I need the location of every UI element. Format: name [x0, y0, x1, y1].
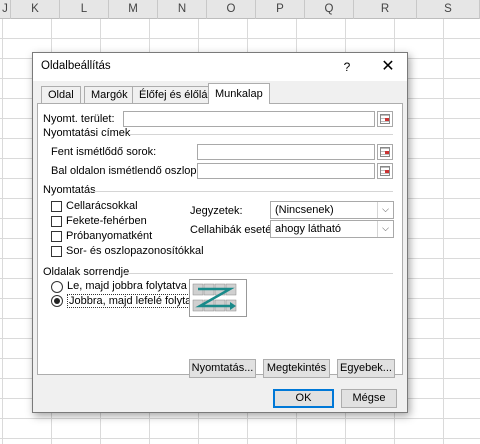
- draft-quality-label[interactable]: Próbanyomatként: [66, 230, 152, 242]
- gridlines-checkbox[interactable]: [51, 201, 62, 212]
- column-header[interactable]: M: [109, 0, 158, 19]
- column-header[interactable]: P: [256, 0, 305, 19]
- draft-quality-checkbox[interactable]: [51, 231, 62, 242]
- options-button[interactable]: Egyebek...: [337, 359, 395, 378]
- column-header[interactable]: K: [11, 0, 60, 19]
- preview-button[interactable]: Megtekintés: [263, 359, 330, 378]
- black-white-label[interactable]: Fekete-fehérben: [66, 215, 147, 227]
- row-col-headings-checkbox[interactable]: [51, 246, 62, 257]
- column-header[interactable]: O: [207, 0, 256, 19]
- down-then-over-label[interactable]: Le, majd jobbra folytatva: [67, 280, 187, 292]
- cols-repeat-picker-button[interactable]: [377, 163, 393, 179]
- print-titles-heading: Nyomtatási címek: [43, 127, 131, 139]
- column-headers: J K L M N O P Q R S: [0, 0, 480, 19]
- column-header[interactable]: S: [417, 0, 480, 19]
- cell-errors-label: Cellahibák esetén:: [190, 224, 281, 236]
- chevron-down-icon[interactable]: ⌵: [377, 221, 393, 237]
- help-button[interactable]: ?: [337, 57, 357, 77]
- comments-select-value: (Nincsenek): [275, 204, 334, 216]
- print-heading: Nyomtatás: [43, 184, 96, 196]
- rows-repeat-picker-button[interactable]: [377, 144, 393, 160]
- page-order-diagram: [192, 283, 237, 312]
- over-then-down-label[interactable]: Jobbra, majd lefelé folytatva: [67, 294, 208, 308]
- print-area-label: Nyomt. terület:: [43, 113, 115, 125]
- page-setup-dialog: Oldalbeállítás ? ✕ Oldal Margók Élőfej é…: [32, 52, 408, 413]
- range-select-icon: [380, 147, 390, 157]
- print-area-input[interactable]: [123, 111, 375, 127]
- ok-button[interactable]: OK: [273, 389, 334, 408]
- column-header[interactable]: R: [354, 0, 417, 19]
- black-white-checkbox[interactable]: [51, 216, 62, 227]
- print-area-picker-button[interactable]: [377, 111, 393, 127]
- close-button[interactable]: ✕: [377, 57, 399, 77]
- dialog-title: Oldalbeállítás: [41, 60, 111, 72]
- tab-munkalap[interactable]: Munkalap: [208, 83, 270, 104]
- range-select-icon: [380, 114, 390, 124]
- rows-repeat-input[interactable]: [197, 144, 375, 160]
- comments-select[interactable]: (Nincsenek) ⌵: [270, 201, 394, 219]
- page-order-preview: [189, 279, 247, 317]
- cancel-button[interactable]: Mégse: [341, 389, 397, 408]
- tab-oldal[interactable]: Oldal: [41, 86, 81, 103]
- column-header[interactable]: N: [158, 0, 207, 19]
- range-select-icon: [380, 166, 390, 176]
- comments-label: Jegyzetek:: [190, 205, 243, 217]
- dialog-titlebar[interactable]: Oldalbeállítás ? ✕: [33, 53, 407, 81]
- section-divider: [129, 134, 393, 135]
- gridlines-label[interactable]: Cellarácsokkal: [66, 200, 138, 212]
- tab-margok[interactable]: Margók: [84, 86, 135, 103]
- print-button[interactable]: Nyomtatás...: [189, 359, 256, 378]
- column-header[interactable]: J: [0, 0, 11, 19]
- page-order-heading: Oldalak sorrendje: [43, 266, 130, 278]
- section-divider: [123, 273, 393, 274]
- cell-errors-select-value: ahogy látható: [275, 223, 342, 235]
- over-then-down-radio[interactable]: [51, 295, 63, 307]
- column-header[interactable]: L: [60, 0, 109, 19]
- row-col-headings-label[interactable]: Sor- és oszlopazonosítókkal: [66, 245, 204, 257]
- cols-repeat-input[interactable]: [197, 163, 375, 179]
- down-then-over-radio[interactable]: [51, 281, 63, 293]
- cols-repeat-label: Bal oldalon ismétlendő oszlopok:: [51, 165, 212, 177]
- column-header[interactable]: Q: [305, 0, 354, 19]
- section-divider: [93, 191, 393, 192]
- rows-repeat-label: Fent ismétlődő sorok:: [51, 146, 157, 158]
- chevron-down-icon[interactable]: ⌵: [377, 202, 393, 218]
- cell-errors-select[interactable]: ahogy látható ⌵: [270, 220, 394, 238]
